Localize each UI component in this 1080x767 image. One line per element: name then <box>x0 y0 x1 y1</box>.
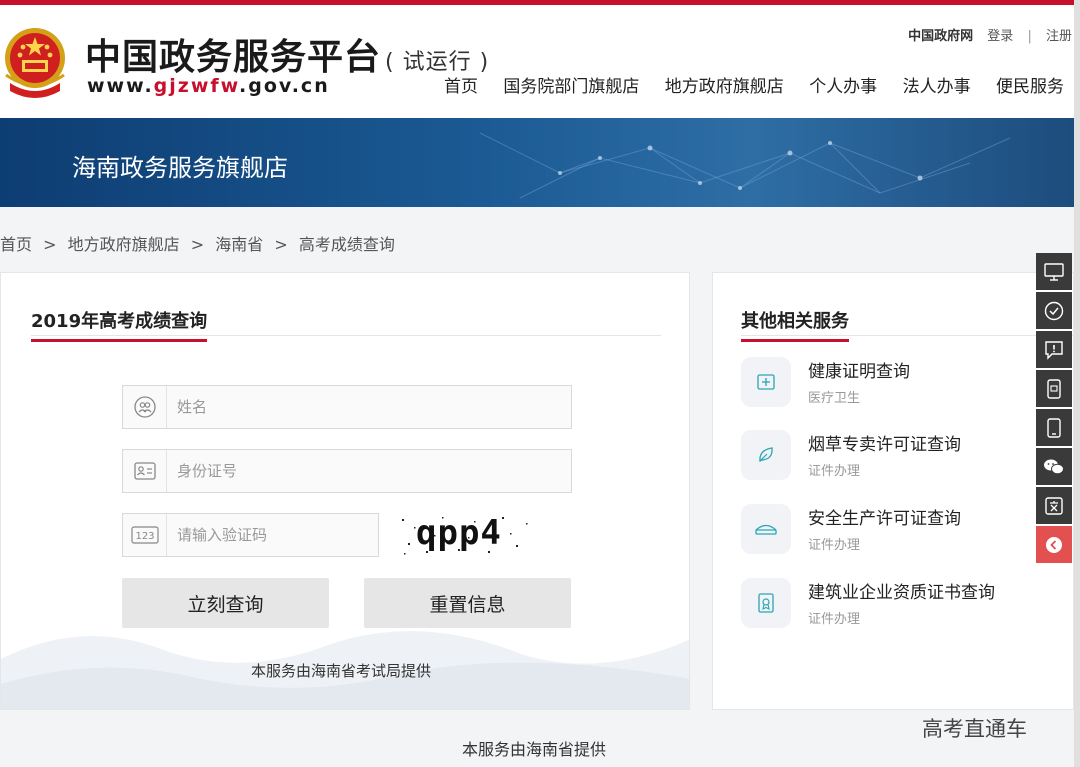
id-number-field <box>122 449 572 493</box>
page-banner: 海南政务服务旗舰店 <box>0 118 1074 207</box>
service-item-tobacco[interactable]: 烟草专卖许可证查询 证件办理 <box>741 430 1061 490</box>
footer-note: 本服务由海南省提供 <box>462 740 607 759</box>
login-link[interactable]: 登录 <box>987 29 1013 44</box>
national-emblem-icon <box>5 28 65 98</box>
breadcrumb-separator: > <box>43 235 57 254</box>
link-separator: | <box>1027 29 1032 44</box>
register-link[interactable]: 注册 <box>1046 29 1072 44</box>
name-field <box>122 385 572 429</box>
banner-title: 海南政务服务旗舰店 <box>72 154 288 182</box>
id-card-icon <box>123 450 167 492</box>
user-icon <box>123 386 167 428</box>
service-name: 安全生产许可证查询 <box>808 509 961 529</box>
certificate-icon <box>741 578 791 628</box>
back-icon[interactable] <box>1036 526 1072 563</box>
wechat-icon[interactable] <box>1036 448 1072 485</box>
form-title-divider <box>31 335 661 336</box>
site-header: 中国政务服务平台( 试运行 ) www.gjzwfw.gov.cn 中国政府网 … <box>0 5 1080 118</box>
site-url: www.gjzwfw.gov.cn <box>87 75 330 97</box>
breadcrumb-home[interactable]: 首页 <box>0 235 32 254</box>
related-services-panel: 其他相关服务 健康证明查询 医疗卫生 烟草专卖许可证查询 证件办理 安全生产许可… <box>712 272 1075 710</box>
captcha-code-icon: 123 <box>123 514 167 556</box>
captcha-code: qpp4 <box>416 513 502 553</box>
feedback-icon[interactable] <box>1036 331 1072 368</box>
score-query-panel: 2019年高考成绩查询 123 qpp4 立刻查询 <box>0 272 690 710</box>
service-category: 医疗卫生 <box>808 391 861 406</box>
page-scrollbar[interactable] <box>1074 0 1080 767</box>
mountain-background <box>1 631 689 709</box>
breadcrumb-hainan[interactable]: 海南省 <box>215 235 263 254</box>
related-title-divider <box>741 335 1075 336</box>
service-name: 建筑业企业资质证书查询 <box>808 583 995 603</box>
form-title: 2019年高考成绩查询 <box>31 307 208 342</box>
service-item-safety[interactable]: 安全生产许可证查询 证件办理 <box>741 504 1061 564</box>
url-prefix: www. <box>87 75 154 97</box>
nav-state-council[interactable]: 国务院部门旗舰店 <box>503 77 639 97</box>
service-provider-note: 本服务由海南省考试局提供 <box>251 662 432 680</box>
weibo-icon[interactable] <box>1036 487 1072 524</box>
watermark: 高考直通车 <box>922 717 1027 741</box>
nav-local-gov[interactable]: 地方政府旗舰店 <box>665 77 784 97</box>
breadcrumb-separator: > <box>274 235 288 254</box>
url-highlight: gjzwfw <box>153 75 239 97</box>
breadcrumb: 首页 > 地方政府旗舰店 > 海南省 > 高考成绩查询 <box>0 231 401 255</box>
health-cert-icon <box>741 357 791 407</box>
captcha-image[interactable]: qpp4 <box>398 513 536 557</box>
id-number-input[interactable] <box>177 460 557 482</box>
breadcrumb-local-gov[interactable]: 地方政府旗舰店 <box>68 235 180 254</box>
service-category: 证件办理 <box>808 464 861 479</box>
captcha-input[interactable] <box>177 524 372 546</box>
leaf-icon <box>741 430 791 480</box>
check-icon[interactable] <box>1036 292 1072 329</box>
breadcrumb-separator: > <box>190 235 205 254</box>
service-item-construction[interactable]: 建筑业企业资质证书查询 证件办理 <box>741 578 1061 638</box>
service-item-health[interactable]: 健康证明查询 医疗卫生 <box>741 357 1061 417</box>
related-title: 其他相关服务 <box>741 307 849 342</box>
safety-icon <box>741 504 791 554</box>
site-title-text: 中国政务服务平台 <box>85 37 382 78</box>
url-suffix: .gov.cn <box>239 75 330 97</box>
service-category: 证件办理 <box>808 612 861 627</box>
service-name: 烟草专卖许可证查询 <box>808 435 961 455</box>
name-input[interactable] <box>177 396 557 418</box>
svg-text:123: 123 <box>135 531 154 542</box>
nav-personal[interactable]: 个人办事 <box>809 77 877 97</box>
query-button[interactable]: 立刻查询 <box>122 578 329 628</box>
monitor-icon[interactable] <box>1036 253 1072 290</box>
nav-corporate[interactable]: 法人办事 <box>903 77 971 97</box>
top-links: 中国政府网 登录 | 注册 <box>898 25 1072 44</box>
side-toolbar <box>1036 253 1072 565</box>
phone-icon[interactable] <box>1036 409 1072 446</box>
reset-button[interactable]: 重置信息 <box>364 578 571 628</box>
mobile-app-icon[interactable] <box>1036 370 1072 407</box>
nav-convenience[interactable]: 便民服务 <box>996 77 1064 97</box>
gov-link[interactable]: 中国政府网 <box>908 29 973 44</box>
captcha-field: 123 <box>122 513 379 557</box>
nav-home[interactable]: 首页 <box>444 77 478 97</box>
main-nav: 首页 国务院部门旗舰店 地方政府旗舰店 个人办事 法人办事 便民服务 <box>424 72 1064 97</box>
service-category: 证件办理 <box>808 538 861 553</box>
breadcrumb-current: 高考成绩查询 <box>298 235 395 254</box>
service-name: 健康证明查询 <box>808 362 910 382</box>
